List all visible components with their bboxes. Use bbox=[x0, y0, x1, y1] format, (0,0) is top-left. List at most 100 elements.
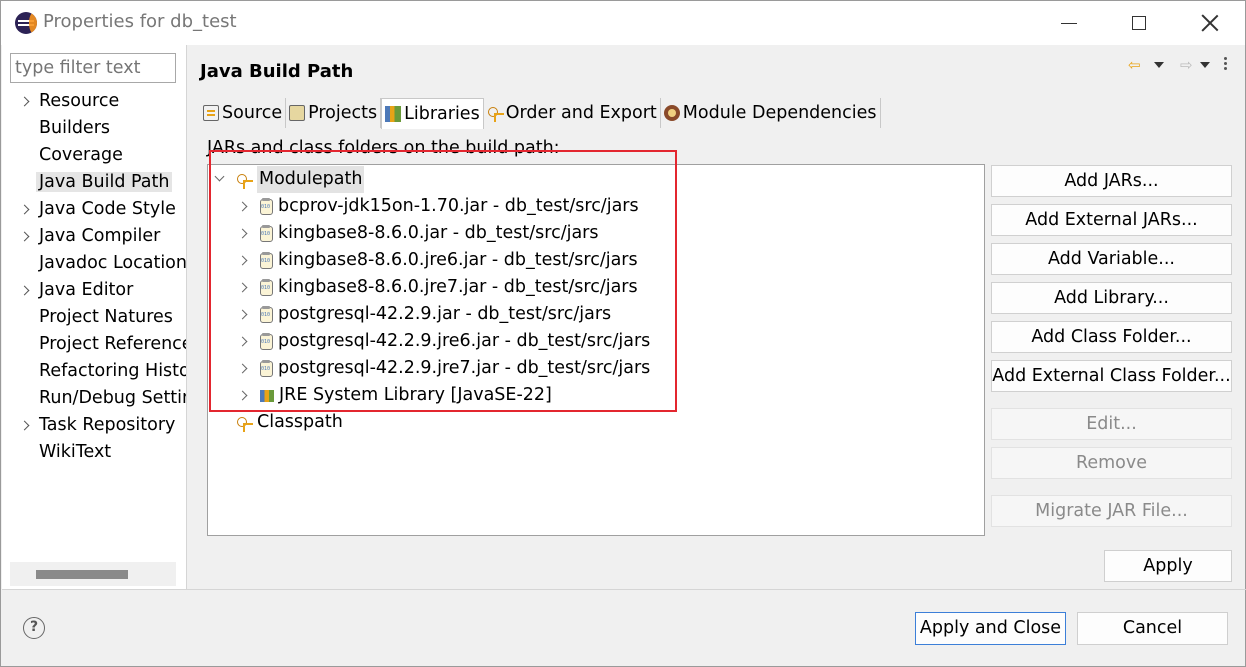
add-jars-button[interactable]: Add JARs... bbox=[991, 165, 1232, 197]
tree-node-modulepath[interactable]: Modulepath bbox=[214, 166, 365, 193]
tab-label: Module Dependencies bbox=[682, 103, 877, 123]
back-dropdown-icon[interactable] bbox=[1154, 62, 1164, 68]
sidebar-item-project-references[interactable]: Project References bbox=[2, 331, 186, 358]
tab-source[interactable]: Source bbox=[200, 98, 287, 128]
tree-node-jre-library[interactable]: JRE System Library [JavaSE-22] bbox=[237, 382, 552, 409]
add-variable-button[interactable]: Add Variable... bbox=[991, 243, 1232, 275]
maximize-button[interactable] bbox=[1116, 7, 1162, 39]
module-icon bbox=[663, 105, 680, 121]
tab-projects[interactable]: Projects bbox=[286, 98, 382, 128]
sidebar-item-builders[interactable]: Builders bbox=[2, 115, 186, 142]
project-icon bbox=[289, 105, 306, 121]
back-arrow-icon[interactable]: ⇦ bbox=[1128, 56, 1141, 74]
sidebar-item-label: Coverage bbox=[39, 145, 123, 165]
footer-divider bbox=[2, 589, 1246, 590]
jar-icon bbox=[260, 305, 273, 323]
sidebar-item-java-compiler[interactable]: Java Compiler bbox=[2, 223, 186, 250]
chevron-right-icon[interactable] bbox=[237, 274, 250, 301]
filter-input[interactable] bbox=[10, 53, 176, 83]
tree-node-label: JRE System Library [JavaSE-22] bbox=[279, 385, 552, 405]
chevron-right-icon[interactable] bbox=[19, 88, 32, 115]
edit-button[interactable]: Edit... bbox=[991, 408, 1232, 440]
sidebar-item-java-build-path[interactable]: Java Build Path bbox=[2, 169, 186, 196]
tree-node-jar[interactable]: postgresql-42.2.9.jar - db_test/src/jars bbox=[237, 301, 611, 328]
chevron-right-icon[interactable] bbox=[237, 355, 250, 382]
forward-dropdown-icon[interactable] bbox=[1200, 62, 1210, 68]
forward-arrow-icon[interactable]: ⇨ bbox=[1180, 56, 1193, 74]
chevron-right-icon[interactable] bbox=[19, 196, 32, 223]
sidebar-item-label: Resource bbox=[39, 91, 120, 111]
add-library-button[interactable]: Add Library... bbox=[991, 282, 1232, 314]
sidebar-item-run-debug-settings[interactable]: Run/Debug Settings bbox=[2, 385, 186, 412]
tree-node-jar[interactable]: kingbase8-8.6.0.jre7.jar - db_test/src/j… bbox=[237, 274, 638, 301]
close-button[interactable] bbox=[1187, 7, 1233, 39]
sidebar-item-resource[interactable]: Resource bbox=[2, 88, 186, 115]
scrollbar-thumb[interactable] bbox=[36, 570, 128, 579]
migrate-jar-button[interactable]: Migrate JAR File... bbox=[991, 495, 1232, 527]
add-external-class-folder-button[interactable]: Add External Class Folder... bbox=[991, 360, 1232, 392]
tree-node-jar[interactable]: kingbase8-8.6.0.jre6.jar - db_test/src/j… bbox=[237, 247, 638, 274]
build-path-description: JARs and class folders on the build path… bbox=[207, 138, 560, 158]
cancel-button[interactable]: Cancel bbox=[1077, 612, 1228, 645]
source-folder-icon bbox=[203, 105, 219, 121]
tree-node-jar[interactable]: bcprov-jdk15on-1.70.jar - db_test/src/ja… bbox=[237, 193, 639, 220]
tree-node-classpath[interactable]: Classpath bbox=[236, 409, 343, 436]
sidebar-item-label: Java Code Style bbox=[39, 199, 176, 219]
chevron-right-icon[interactable] bbox=[237, 382, 250, 409]
apply-button[interactable]: Apply bbox=[1104, 550, 1232, 582]
tree-node-label: postgresql-42.2.9.jre7.jar - db_test/src… bbox=[278, 358, 651, 378]
sidebar-item-task-repository[interactable]: Task Repository bbox=[2, 412, 186, 439]
maximize-icon bbox=[1132, 16, 1146, 30]
sidebar-item-label: Project Natures bbox=[39, 307, 173, 327]
tab-order-and-export[interactable]: Order and Export bbox=[483, 98, 661, 128]
close-icon bbox=[1201, 14, 1219, 32]
chevron-right-icon[interactable] bbox=[19, 412, 32, 439]
chevron-right-icon[interactable] bbox=[237, 247, 250, 274]
help-icon[interactable]: ? bbox=[23, 617, 45, 639]
jar-icon bbox=[260, 197, 273, 215]
jar-icon bbox=[260, 359, 273, 377]
sidebar-list: Resource Builders Coverage Java Build Pa… bbox=[2, 88, 186, 466]
tree-node-label: kingbase8-8.6.0.jre7.jar - db_test/src/j… bbox=[278, 277, 638, 297]
sidebar-item-coverage[interactable]: Coverage bbox=[2, 142, 186, 169]
add-external-jars-button[interactable]: Add External JARs... bbox=[991, 204, 1232, 236]
tree-node-jar[interactable]: postgresql-42.2.9.jre7.jar - db_test/src… bbox=[237, 355, 651, 382]
tab-label: Order and Export bbox=[505, 103, 657, 123]
sidebar-item-refactoring-history[interactable]: Refactoring History bbox=[2, 358, 186, 385]
sidebar-item-label: Builders bbox=[39, 118, 111, 138]
chevron-right-icon[interactable] bbox=[19, 277, 32, 304]
sidebar-item-label: Task Repository bbox=[39, 415, 176, 435]
chevron-right-icon[interactable] bbox=[237, 220, 250, 247]
title-bar: Properties for db_test bbox=[1, 1, 1245, 45]
tree-node-jar[interactable]: kingbase8-8.6.0.jar - db_test/src/jars bbox=[237, 220, 599, 247]
chevron-right-icon[interactable] bbox=[19, 223, 32, 250]
minimize-button[interactable] bbox=[1046, 7, 1092, 39]
chevron-down-icon[interactable] bbox=[214, 166, 226, 193]
tab-label: Projects bbox=[308, 103, 378, 123]
tab-libraries[interactable]: Libraries bbox=[381, 98, 484, 129]
sidebar-item-label: Refactoring History bbox=[39, 361, 186, 381]
sidebar-item-wikitext[interactable]: WikiText bbox=[2, 439, 186, 466]
tab-module-dependencies[interactable]: Module Dependencies bbox=[660, 98, 881, 128]
sidebar-item-java-code-style[interactable]: Java Code Style bbox=[2, 196, 186, 223]
sidebar-item-label: Java Build Path bbox=[36, 172, 173, 192]
add-class-folder-button[interactable]: Add Class Folder... bbox=[991, 321, 1232, 353]
sidebar-item-javadoc-location[interactable]: Javadoc Location bbox=[2, 250, 186, 277]
apply-and-close-button[interactable]: Apply and Close bbox=[915, 612, 1066, 645]
window-title: Properties for db_test bbox=[43, 11, 237, 32]
build-path-tree[interactable]: Modulepath bcprov-jdk15on-1.70.jar - db_… bbox=[207, 164, 985, 536]
chevron-right-icon[interactable] bbox=[237, 328, 250, 355]
chevron-right-icon[interactable] bbox=[237, 193, 250, 220]
page-title: Java Build Path bbox=[200, 61, 354, 82]
sidebar-item-java-editor[interactable]: Java Editor bbox=[2, 277, 186, 304]
sidebar-item-project-natures[interactable]: Project Natures bbox=[2, 304, 186, 331]
library-icon bbox=[385, 106, 402, 122]
sidebar-horizontal-scrollbar[interactable] bbox=[10, 562, 176, 586]
jar-icon bbox=[260, 224, 273, 242]
remove-button[interactable]: Remove bbox=[991, 447, 1232, 479]
tree-node-jar[interactable]: postgresql-42.2.9.jre6.jar - db_test/src… bbox=[237, 328, 650, 355]
order-icon bbox=[487, 105, 504, 122]
chevron-right-icon[interactable] bbox=[237, 301, 250, 328]
eclipse-icon bbox=[15, 12, 37, 34]
more-menu-icon[interactable] bbox=[1224, 57, 1228, 73]
